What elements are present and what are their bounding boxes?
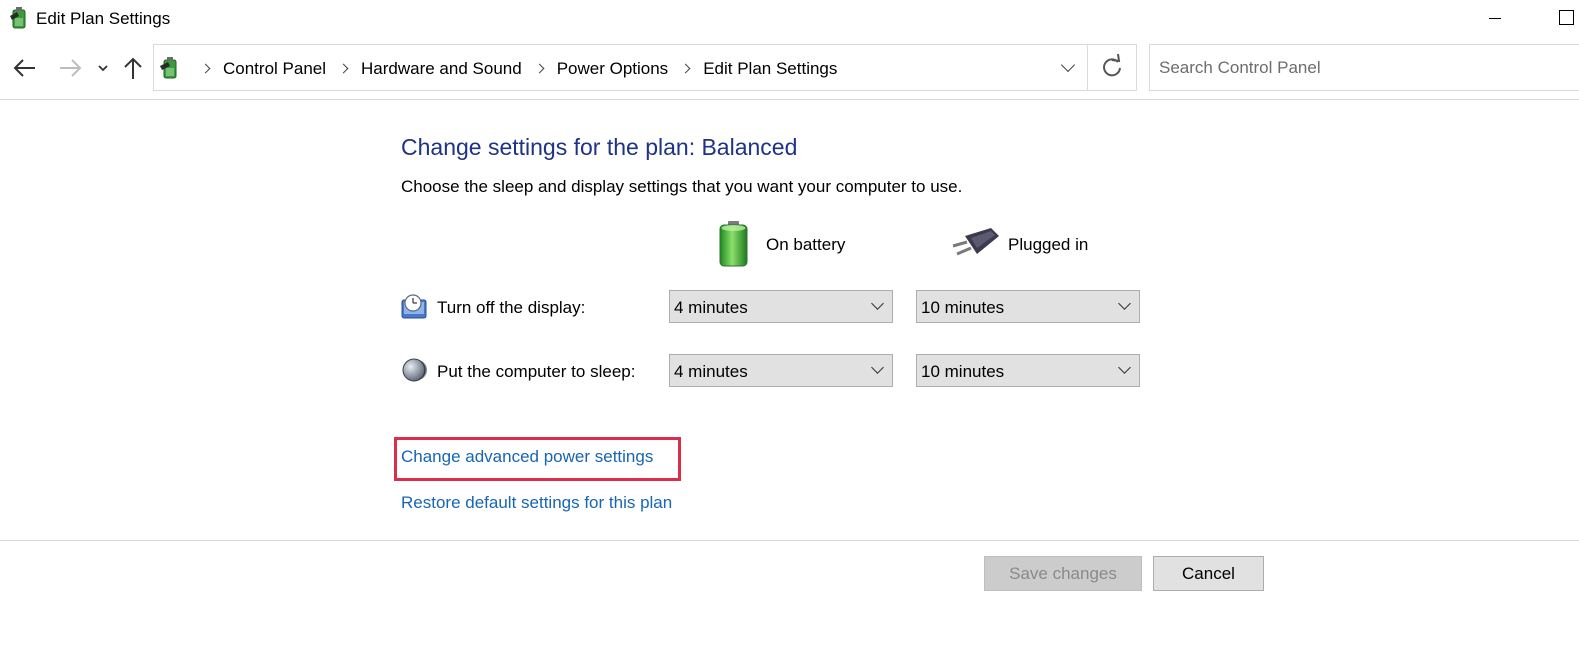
minimize-button[interactable] bbox=[1484, 6, 1506, 28]
search-box[interactable] bbox=[1149, 44, 1579, 91]
breadcrumb-edit-plan-settings[interactable]: Edit Plan Settings bbox=[703, 59, 837, 79]
back-arrow-icon[interactable] bbox=[10, 52, 40, 84]
page-description: Choose the sleep and display settings th… bbox=[401, 177, 963, 196]
refresh-icon[interactable] bbox=[1088, 45, 1136, 90]
power-options-icon bbox=[8, 6, 30, 30]
recent-locations-chevron-icon[interactable] bbox=[92, 52, 114, 84]
maximize-button[interactable] bbox=[1554, 6, 1579, 28]
save-changes-button[interactable]: Save changes bbox=[984, 556, 1142, 591]
restore-defaults-link[interactable]: Restore default settings for this plan bbox=[401, 493, 672, 513]
breadcrumb-power-options[interactable]: Power Options bbox=[557, 59, 669, 79]
navigation-bar: Control Panel Hardware and Sound Power O… bbox=[0, 38, 1579, 100]
search-input[interactable] bbox=[1159, 58, 1569, 78]
sleep-plugged-select[interactable]: 10 minutes bbox=[916, 354, 1140, 387]
chevron-down-icon bbox=[1118, 297, 1131, 310]
sleep-moon-icon bbox=[401, 357, 427, 383]
control-panel-icon bbox=[158, 55, 182, 79]
plugged-in-label: Plugged in bbox=[1008, 235, 1089, 254]
column-header-battery: On battery bbox=[717, 220, 877, 268]
column-header-plugged: Plugged in bbox=[951, 220, 1111, 268]
chevron-down-icon bbox=[871, 297, 884, 310]
breadcrumb: Control Panel Hardware and Sound Power O… bbox=[188, 45, 837, 92]
window-title: Edit Plan Settings bbox=[36, 9, 171, 28]
breadcrumb-hardware-and-sound[interactable]: Hardware and Sound bbox=[361, 59, 522, 79]
battery-icon bbox=[717, 220, 751, 268]
display-plugged-value: 10 minutes bbox=[921, 298, 1005, 317]
display-plugged-select[interactable]: 10 minutes bbox=[916, 290, 1140, 323]
address-bar[interactable]: Control Panel Hardware and Sound Power O… bbox=[153, 44, 1137, 91]
breadcrumb-control-panel[interactable]: Control Panel bbox=[223, 59, 326, 79]
chevron-down-icon bbox=[871, 361, 884, 374]
turn-off-display-label: Turn off the display: bbox=[437, 298, 586, 317]
display-battery-value: 4 minutes bbox=[674, 298, 748, 317]
chevron-right-icon[interactable] bbox=[681, 63, 691, 75]
page-title: Change settings for the plan: Balanced bbox=[401, 134, 798, 160]
footer-divider bbox=[0, 540, 1579, 541]
sleep-plugged-value: 10 minutes bbox=[921, 362, 1005, 381]
cancel-button[interactable]: Cancel bbox=[1153, 556, 1264, 591]
chevron-right-icon[interactable] bbox=[535, 63, 545, 75]
display-clock-icon bbox=[401, 294, 427, 320]
on-battery-label: On battery bbox=[766, 235, 846, 254]
power-plug-icon bbox=[951, 226, 1001, 260]
chevron-right-icon[interactable] bbox=[339, 63, 349, 75]
chevron-right-icon[interactable] bbox=[201, 63, 211, 75]
address-dropdown-chevron-icon[interactable] bbox=[1050, 45, 1088, 92]
advanced-power-settings-link[interactable]: Change advanced power settings bbox=[401, 447, 653, 467]
sleep-battery-value: 4 minutes bbox=[674, 362, 748, 381]
sleep-battery-select[interactable]: 4 minutes bbox=[669, 354, 893, 387]
chevron-down-icon bbox=[1118, 361, 1131, 374]
up-arrow-icon[interactable] bbox=[120, 52, 146, 84]
forward-arrow-icon[interactable] bbox=[55, 52, 85, 84]
display-battery-select[interactable]: 4 minutes bbox=[669, 290, 893, 323]
title-bar: Edit Plan Settings bbox=[0, 0, 1579, 38]
sleep-label: Put the computer to sleep: bbox=[437, 362, 636, 381]
